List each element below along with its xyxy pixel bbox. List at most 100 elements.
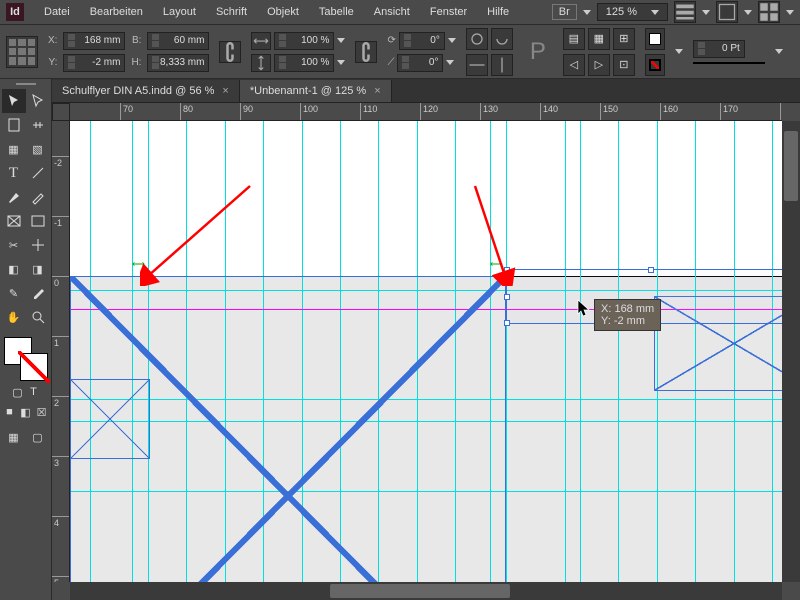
close-icon[interactable]: × — [374, 85, 380, 97]
chevron-down-icon[interactable] — [675, 49, 683, 54]
select-container-icon[interactable]: ▤ — [563, 28, 585, 50]
dropdown-icon[interactable] — [583, 10, 591, 15]
content-placer-tool[interactable]: ▧ — [26, 137, 50, 161]
menu-hilfe[interactable]: Hilfe — [477, 2, 519, 22]
stroke-style-preview[interactable] — [693, 62, 765, 64]
horizontal-scrollbar[interactable] — [70, 582, 782, 600]
bridge-button[interactable]: Br — [552, 4, 577, 20]
view-mode-normal[interactable]: ▦ — [2, 425, 26, 449]
pen-tool[interactable] — [2, 185, 26, 209]
view-mode-preview[interactable]: ▢ — [26, 425, 50, 449]
dropdown-icon[interactable] — [786, 10, 794, 15]
rectangle-tool[interactable] — [26, 209, 50, 233]
stroke-swatch[interactable] — [645, 54, 665, 76]
scale-y-input[interactable]: 100 % — [274, 54, 334, 72]
select-content-icon[interactable]: ▦ — [588, 28, 610, 50]
fill-stroke-swatches[interactable] — [4, 337, 48, 381]
app-icon: Id — [6, 3, 24, 21]
vertical-ruler[interactable]: -3-2-1012345 — [52, 121, 70, 582]
type-tool[interactable]: T — [2, 161, 26, 185]
tab-unbenannt[interactable]: *Unbenannt-1 @ 125 %× — [240, 80, 392, 102]
rotate-cw-icon[interactable] — [491, 28, 513, 50]
rotation-input[interactable]: 0° — [399, 32, 445, 50]
eyedropper-tool[interactable] — [26, 281, 50, 305]
scale-x-input[interactable]: 100 % — [274, 32, 334, 50]
chevron-down-icon[interactable] — [446, 60, 454, 65]
w-label: B: — [131, 35, 141, 46]
canvas-viewport[interactable]: ⟷ ⟷ X: 168 mm Y: -2 mm — [70, 121, 782, 582]
zoom-level-dropdown[interactable]: 125 % — [597, 3, 668, 21]
horizontal-ruler[interactable]: 708090100110120130140150160170180 — [70, 103, 782, 121]
y-input[interactable]: -2 mm — [63, 54, 125, 72]
menu-fenster[interactable]: Fenster — [420, 2, 477, 22]
view-options-icon[interactable] — [674, 1, 696, 23]
menu-objekt[interactable]: Objekt — [257, 2, 309, 22]
gradient-feather-tool[interactable]: ◨ — [26, 257, 50, 281]
flip-h-icon[interactable] — [466, 54, 488, 76]
select-prev-icon[interactable]: ◁ — [563, 54, 585, 76]
scale-y-icon[interactable] — [251, 54, 271, 72]
apply-gradient-icon[interactable]: ◧ — [19, 405, 33, 419]
smart-guide-marker: ⟷ — [132, 259, 145, 270]
rectangle-frame-tool[interactable] — [2, 209, 26, 233]
tab-schulflyer[interactable]: Schulflyer DIN A5.indd @ 56 %× — [52, 80, 240, 102]
menu-ansicht[interactable]: Ansicht — [364, 2, 420, 22]
gap-tool[interactable] — [26, 113, 50, 137]
screen-mode-icon[interactable] — [716, 1, 738, 23]
menubar: Id Datei Bearbeiten Layout Schrift Objek… — [0, 0, 800, 25]
content-collector-tool[interactable]: ▦ — [2, 137, 26, 161]
menu-schrift[interactable]: Schrift — [206, 2, 257, 22]
constrain-wh-icon[interactable] — [219, 41, 241, 63]
flip-v-icon[interactable] — [491, 54, 513, 76]
apply-none-icon[interactable]: ☒ — [35, 405, 49, 419]
paragraph-style-icon[interactable]: P — [523, 33, 553, 71]
x-input[interactable]: 168 mm — [63, 32, 125, 50]
chevron-down-icon[interactable] — [448, 38, 456, 43]
close-icon[interactable]: × — [222, 85, 228, 97]
chevron-down-icon[interactable] — [337, 60, 345, 65]
scale-x-icon[interactable] — [251, 32, 271, 50]
note-tool[interactable]: ✎ — [2, 281, 26, 305]
stroke-weight-input[interactable]: 0 Pt — [693, 40, 745, 58]
gradient-swatch-tool[interactable]: ◧ — [2, 257, 26, 281]
free-transform-tool[interactable] — [26, 233, 50, 257]
cursor-position-tooltip: X: 168 mm Y: -2 mm — [594, 299, 661, 331]
width-input[interactable]: 60 mm — [147, 32, 209, 50]
chevron-down-icon — [651, 10, 659, 15]
control-bar: X: 168 mm B: 60 mm Y: -2 mm H: 8,333 mm … — [0, 25, 800, 79]
zoom-tool[interactable] — [26, 305, 50, 329]
h-label: H: — [131, 57, 141, 68]
dropdown-icon[interactable] — [702, 10, 710, 15]
reference-point-grid[interactable] — [6, 36, 38, 68]
menu-datei[interactable]: Datei — [34, 2, 80, 22]
chevron-down-icon[interactable] — [337, 38, 345, 43]
fit-content-icon[interactable]: ⊞ — [613, 28, 635, 50]
apply-color-icon[interactable]: ■ — [3, 405, 17, 419]
height-input[interactable]: 8,333 mm — [147, 54, 209, 72]
ruler-origin[interactable] — [52, 103, 70, 121]
menu-bearbeiten[interactable]: Bearbeiten — [80, 2, 153, 22]
pencil-tool[interactable] — [26, 185, 50, 209]
center-content-icon[interactable]: ⊡ — [613, 54, 635, 76]
rotate-ccw-icon[interactable] — [466, 28, 488, 50]
direct-selection-tool[interactable] — [26, 89, 50, 113]
chevron-down-icon[interactable] — [775, 49, 783, 54]
constrain-scale-icon[interactable] — [355, 41, 377, 63]
fill-swatch[interactable] — [645, 28, 665, 50]
shear-input[interactable]: 0° — [397, 54, 443, 72]
arrange-docs-icon[interactable] — [758, 1, 780, 23]
dropdown-icon[interactable] — [744, 10, 752, 15]
formatting-text-icon[interactable]: T — [27, 385, 41, 399]
line-tool[interactable] — [26, 161, 50, 185]
hand-tool[interactable]: ✋ — [2, 305, 26, 329]
menu-tabelle[interactable]: Tabelle — [309, 2, 364, 22]
vertical-scrollbar[interactable] — [782, 121, 800, 582]
menu-layout[interactable]: Layout — [153, 2, 206, 22]
select-next-icon[interactable]: ▷ — [588, 54, 610, 76]
image-frame[interactable] — [70, 379, 150, 459]
formatting-container-icon[interactable]: ▢ — [11, 385, 25, 399]
shear-label: ⟋ — [387, 57, 394, 68]
scissors-tool[interactable]: ✂ — [2, 233, 26, 257]
page-tool[interactable] — [2, 113, 26, 137]
selection-tool[interactable] — [2, 89, 26, 113]
